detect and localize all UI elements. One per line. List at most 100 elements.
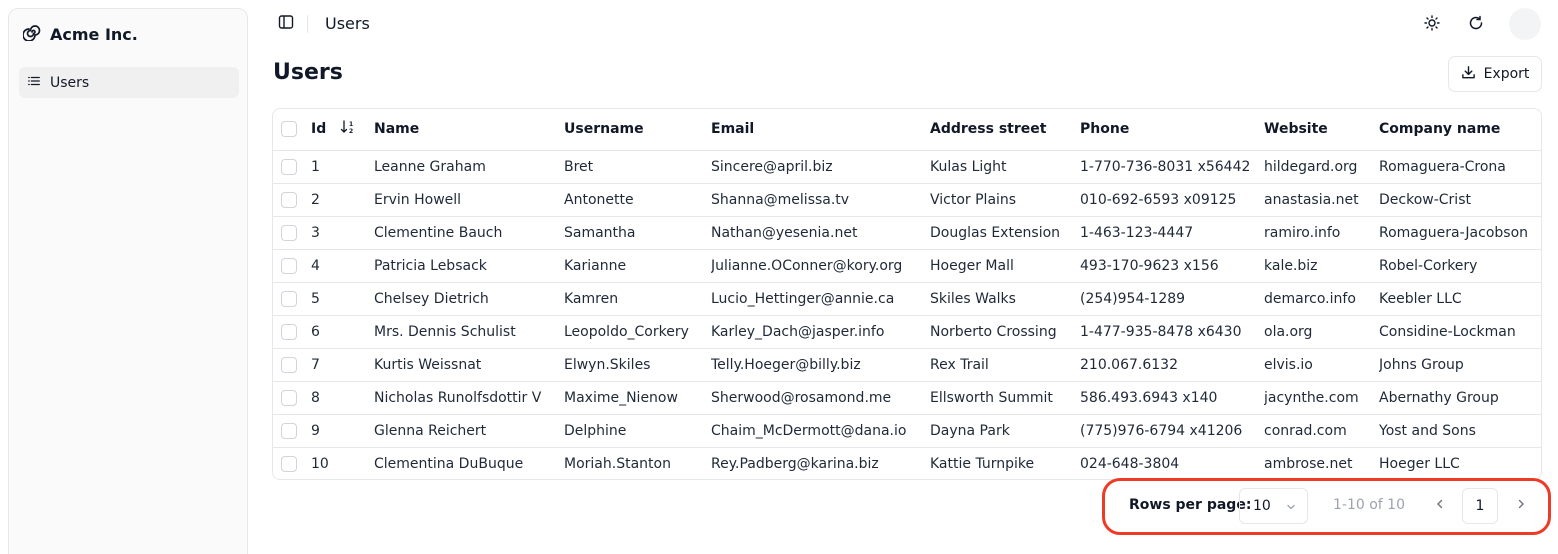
sidebar-item-users[interactable]: Users — [19, 67, 239, 98]
row-select-cell — [273, 414, 311, 447]
cell-username: Karianne — [564, 257, 627, 274]
users-table: Id 1 2 Name Username Email Address stree… — [272, 108, 1542, 480]
cell-phone: 1-770-736-8031 x56442 — [1080, 158, 1251, 175]
cell-name: Mrs. Dennis Schulist — [374, 323, 516, 340]
cell-website: ola.org — [1264, 323, 1313, 340]
page-1-button[interactable]: 1 — [1462, 488, 1498, 524]
cell-phone: 210.067.6132 — [1080, 356, 1178, 373]
cell-company-name: Romaguera-Crona — [1379, 158, 1506, 175]
table-row[interactable]: 5 Chelsey Dietrich Kamren Lucio_Hettinger@a… — [273, 282, 1541, 315]
cell-id: 8 — [311, 389, 320, 406]
table-row[interactable]: 2 Ervin Howell Antonette Shanna@melissa.tv V… — [273, 183, 1541, 216]
column-header-name[interactable]: Name — [374, 109, 564, 150]
cell-username: Moriah.Stanton — [564, 455, 671, 472]
table-row[interactable]: 9 Glenna Reichert Delphine Chaim_McDermott@… — [273, 414, 1541, 447]
cell-username: Bret — [564, 158, 594, 175]
column-header-id[interactable]: Id 1 2 — [311, 109, 374, 150]
row-checkbox[interactable] — [281, 323, 297, 340]
previous-page-button[interactable] — [1422, 488, 1458, 524]
cell-company-name: Keebler LLC — [1379, 290, 1462, 307]
table-row[interactable]: 1 Leanne Graham Bret Sincere@april.biz Kulas… — [273, 150, 1541, 183]
cell-username: Delphine — [564, 422, 627, 439]
cell-website: demarco.info — [1264, 290, 1356, 307]
cell-address-street: Hoeger Mall — [930, 257, 1014, 274]
sun-icon — [1424, 15, 1440, 35]
cell-address-street: Douglas Extension — [930, 224, 1061, 241]
cell-name: Clementine Bauch — [374, 224, 503, 241]
cell-website: ramiro.info — [1264, 224, 1341, 241]
rows-per-page-label: Rows per page: — [1129, 497, 1252, 513]
table-row[interactable]: 10 Clementina DuBuque Moriah.Stanton Rey.Pa… — [273, 447, 1541, 479]
column-header-label: Id — [311, 121, 327, 138]
column-header-website[interactable]: Website — [1264, 109, 1379, 150]
row-checkbox[interactable] — [281, 158, 297, 175]
next-page-button[interactable] — [1503, 488, 1539, 524]
row-select-cell — [273, 315, 311, 348]
cell-username: Maxime_Nienow — [564, 389, 678, 406]
table-row[interactable]: 8 Nicholas Runolfsdottir V Maxime_Nienow Sh… — [273, 381, 1541, 414]
row-checkbox[interactable] — [281, 455, 297, 472]
cell-website: anastasia.net — [1264, 191, 1359, 208]
row-select-cell — [273, 150, 311, 183]
column-header-email[interactable]: Email — [711, 109, 930, 150]
cell-id: 5 — [311, 290, 320, 307]
cell-website: kale.biz — [1264, 257, 1318, 274]
row-checkbox[interactable] — [281, 290, 297, 307]
sort-ascending-icon: 1 2 — [340, 119, 356, 139]
chevron-right-icon — [1515, 498, 1527, 514]
avatar[interactable] — [1509, 8, 1541, 40]
cell-name: Leanne Graham — [374, 158, 486, 175]
table-row[interactable]: 4 Patricia Lebsack Karianne Julianne.OConne… — [273, 249, 1541, 282]
row-checkbox[interactable] — [281, 257, 297, 274]
brand[interactable]: Acme Inc. — [22, 23, 138, 45]
export-button[interactable]: Export — [1448, 56, 1542, 92]
breadcrumb: Users — [325, 14, 370, 33]
cell-username: Elwyn.Skiles — [564, 356, 651, 373]
topbar-divider — [307, 15, 308, 33]
theme-toggle-button[interactable] — [1419, 12, 1445, 38]
sidebar-item-label: Users — [50, 74, 90, 91]
cell-id: 6 — [311, 323, 320, 340]
table-row[interactable]: 3 Clementine Bauch Samantha Nathan@yesenia.… — [273, 216, 1541, 249]
cell-email: Shanna@melissa.tv — [711, 191, 850, 208]
cell-website: conrad.com — [1264, 422, 1347, 439]
row-select-cell — [273, 183, 311, 216]
panel-left-icon — [278, 14, 294, 34]
cell-username: Antonette — [564, 191, 634, 208]
select-all-checkbox[interactable] — [281, 121, 297, 138]
cell-address-street: Norberto Crossing — [930, 323, 1057, 340]
row-checkbox[interactable] — [281, 356, 297, 373]
column-header-username[interactable]: Username — [564, 109, 711, 150]
column-header-company-name[interactable]: Company name — [1379, 109, 1541, 150]
row-checkbox[interactable] — [281, 191, 297, 208]
rows-per-page-select[interactable]: 10 — [1239, 488, 1308, 524]
sidebar-toggle-button[interactable] — [276, 14, 296, 34]
chevron-left-icon — [1434, 498, 1446, 514]
column-header-phone[interactable]: Phone — [1080, 109, 1264, 150]
cell-phone: 024-648-3804 — [1080, 455, 1180, 472]
cell-username: Kamren — [564, 290, 619, 307]
cell-email: Lucio_Hettinger@annie.ca — [711, 290, 895, 307]
column-header-address-street[interactable]: Address street — [930, 109, 1080, 150]
cell-address-street: Dayna Park — [930, 422, 1010, 439]
cell-username: Samantha — [564, 224, 636, 241]
row-checkbox[interactable] — [281, 389, 297, 406]
row-checkbox[interactable] — [281, 422, 297, 439]
cell-id: 1 — [311, 158, 320, 175]
cell-company-name: Deckow-Crist — [1379, 191, 1471, 208]
row-checkbox[interactable] — [281, 224, 297, 241]
table-row[interactable]: 7 Kurtis Weissnat Elwyn.Skiles Telly.Hoeger… — [273, 348, 1541, 381]
cell-email: Sherwood@rosamond.me — [711, 389, 892, 406]
download-icon — [1461, 65, 1476, 84]
cell-address-street: Ellsworth Summit — [930, 389, 1053, 406]
cell-email: Sincere@april.biz — [711, 158, 833, 175]
cell-phone: 1-463-123-4447 — [1080, 224, 1194, 241]
cell-id: 10 — [311, 455, 329, 472]
table-row[interactable]: 6 Mrs. Dennis Schulist Leopoldo_Corkery Kar… — [273, 315, 1541, 348]
refresh-button[interactable] — [1463, 12, 1489, 38]
cell-phone: (775)976-6794 x41206 — [1080, 422, 1243, 439]
cell-address-street: Rex Trail — [930, 356, 989, 373]
cell-company-name: Yost and Sons — [1379, 422, 1476, 439]
cell-company-name: Johns Group — [1379, 356, 1464, 373]
cell-email: Rey.Padberg@karina.biz — [711, 455, 879, 472]
